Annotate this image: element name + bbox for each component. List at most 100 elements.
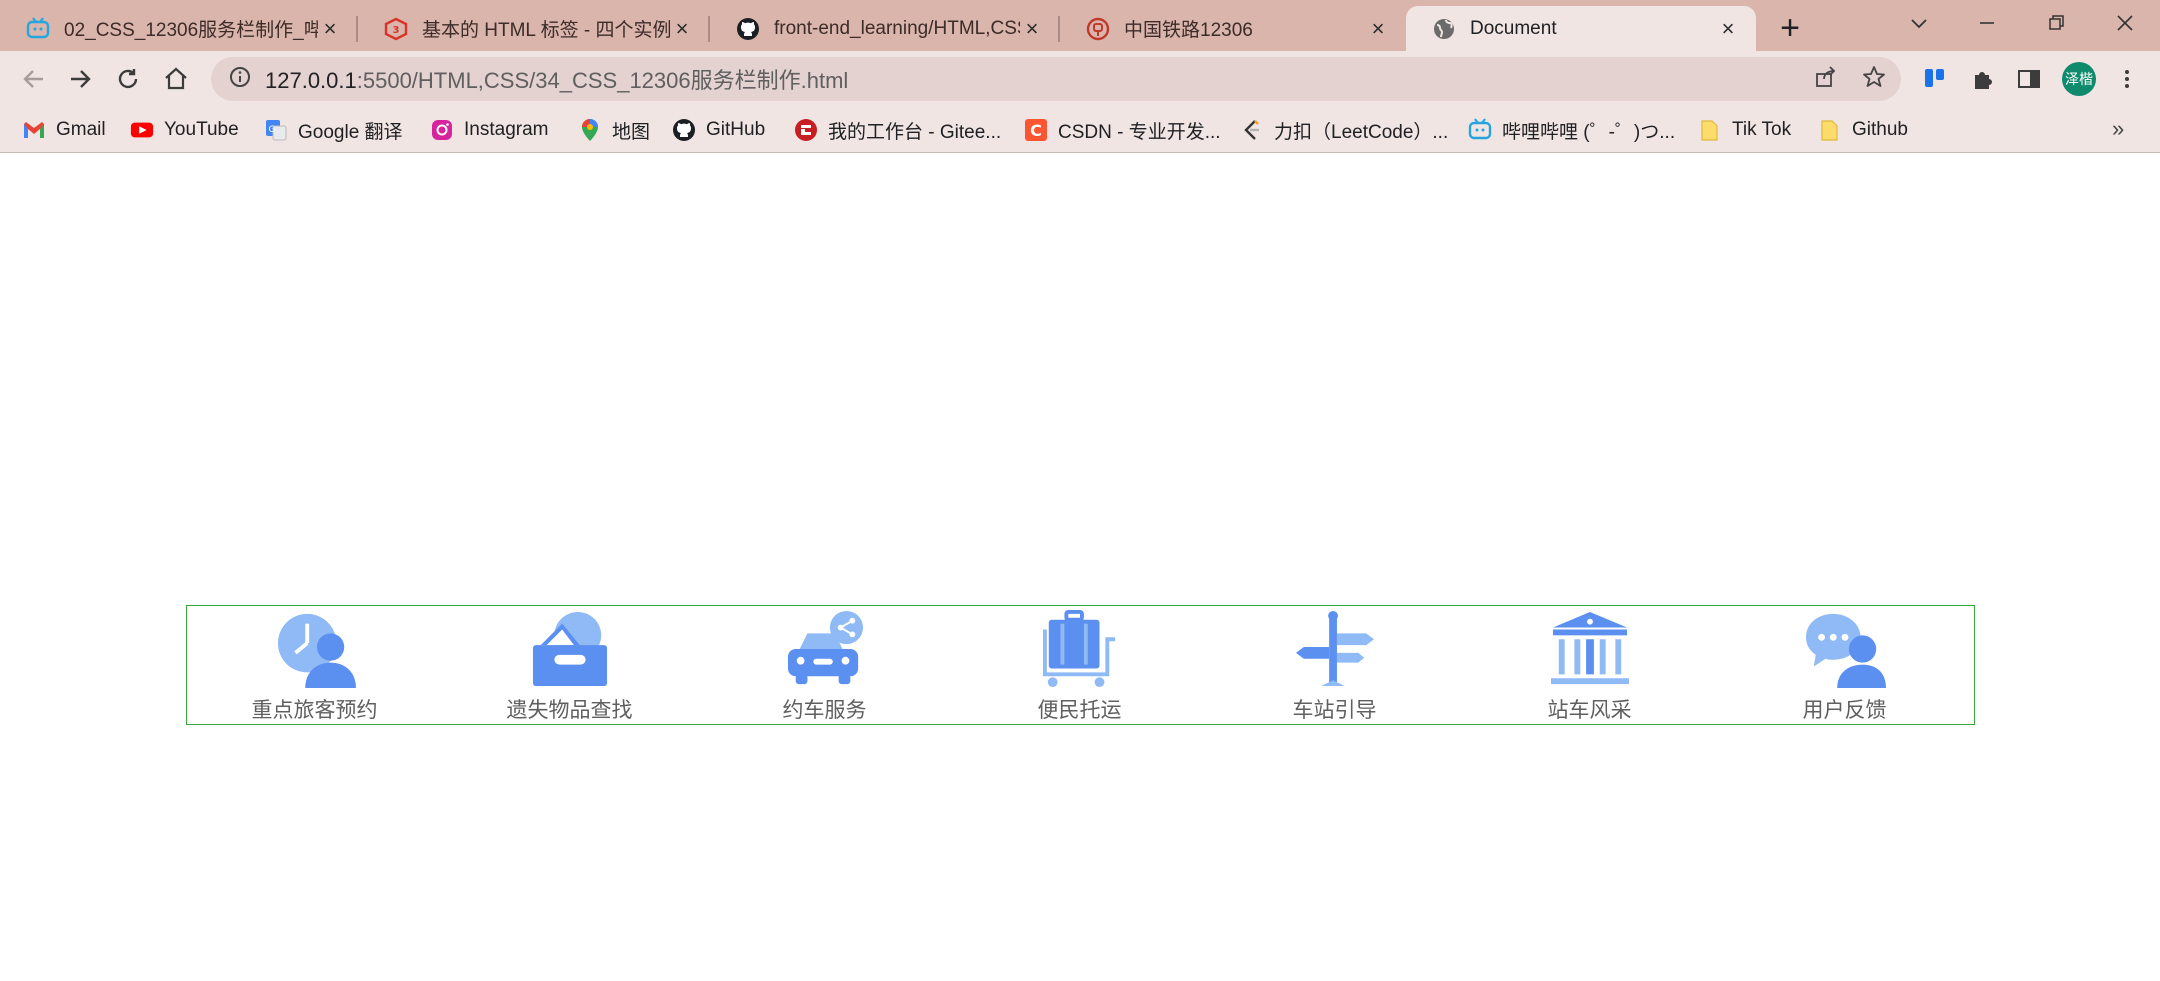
tab-search-button[interactable] [1884, 0, 1954, 46]
lost-and-found-icon [532, 611, 607, 687]
service-item-lost-and-found[interactable]: 遗失物品查找 [442, 606, 697, 724]
priority-passenger-icon [277, 613, 356, 688]
leetcode-icon [1240, 118, 1264, 142]
bookmark-star-button[interactable] [1854, 57, 1894, 97]
address-bar[interactable]: 127.0.0.1:5500/HTML,CSS/34_CSS_12306服务栏制… [211, 57, 1901, 101]
bookmark-youtube[interactable]: YouTube [130, 114, 239, 146]
bookmark-label: Github [1852, 119, 1908, 140]
close-icon[interactable]: × [1020, 16, 1044, 41]
new-tab-button[interactable]: + [1772, 9, 1808, 47]
close-window-button[interactable] [2090, 0, 2160, 46]
maps-icon [578, 118, 602, 142]
close-icon[interactable]: × [1366, 16, 1390, 41]
bookmark-github[interactable]: GitHub [672, 114, 765, 146]
bookmark-maps[interactable]: 地图 [578, 114, 650, 146]
close-icon[interactable]: × [318, 16, 342, 41]
service-label: 便民托运 [1037, 699, 1122, 722]
bookmarks-overflow-button[interactable]: » [2112, 116, 2124, 142]
bookmark-folder-github[interactable]: Github [1818, 114, 1908, 146]
service-item-luggage-cart[interactable]: 便民托运 [952, 606, 1207, 724]
bookmark-bilibili[interactable]: 哔哩哔哩 (゜-゜)つ... [1468, 114, 1675, 146]
service-item-station-building[interactable]: 站车风采 [1462, 606, 1717, 724]
service-item-car-service[interactable]: 约车服务 [697, 606, 952, 724]
restore-button[interactable] [2022, 0, 2092, 46]
bookmark-google-translate[interactable]: G Google 翻译 [264, 114, 403, 146]
bookmark-gmail[interactable]: Gmail [22, 114, 106, 146]
service-item-priority-passenger[interactable]: 重点旅客预约 [187, 606, 442, 724]
minimize-button[interactable] [1952, 0, 2022, 46]
feedback-icon [1805, 613, 1886, 688]
tab-w3school[interactable]: 3 基本的 HTML 标签 - 四个实例 × [358, 6, 710, 51]
car-service-icon [787, 610, 863, 685]
tab-title: 基本的 HTML 标签 - 四个实例 [422, 20, 670, 41]
reload-button[interactable] [106, 57, 150, 101]
bookmark-folder-tiktok[interactable]: Tik Tok [1698, 114, 1791, 146]
puzzle-icon [1975, 72, 1992, 89]
browser-toolbar: 127.0.0.1:5500/HTML,CSS/34_CSS_12306服务栏制… [0, 51, 2160, 106]
service-label: 重点旅客预约 [251, 699, 378, 722]
forward-button[interactable] [58, 57, 102, 101]
arrow-right-icon [71, 70, 91, 88]
reload-icon [118, 69, 138, 89]
gitee-icon [794, 118, 818, 142]
close-icon[interactable]: × [670, 16, 694, 41]
service-item-signpost[interactable]: 车站引导 [1207, 606, 1462, 724]
github-icon [736, 17, 760, 41]
restore-icon [2049, 15, 2064, 30]
bilibili-icon [1468, 118, 1492, 142]
tab-title: Document [1470, 17, 1557, 39]
instagram-icon [430, 118, 454, 142]
bookmarks-bar: Gmail YouTube G Google 翻译 Instagram 地图 G… [0, 106, 2160, 153]
youtube-icon [130, 118, 154, 142]
bookmark-label: Instagram [464, 119, 549, 140]
chevron-down-icon [1911, 19, 1927, 29]
back-button[interactable] [12, 57, 56, 101]
tab-document[interactable]: Document × [1406, 6, 1756, 51]
share-button[interactable] [1806, 57, 1846, 97]
bookmark-instagram[interactable]: Instagram [430, 114, 548, 146]
folder-icon [1818, 118, 1842, 142]
url-host: 127.0.0.1 [265, 68, 357, 93]
extensions-button[interactable] [1962, 58, 2004, 100]
service-label: 站车风采 [1547, 699, 1632, 722]
bookmark-label: 哔哩哔哩 (゜-゜)つ... [1502, 121, 1676, 143]
bilibili-icon [26, 16, 50, 41]
home-button[interactable] [154, 57, 198, 101]
tab-github[interactable]: front-end_learning/HTML,CSS × [710, 6, 1060, 51]
bookmark-csdn[interactable]: C CSDN - 专业开发... [1024, 114, 1221, 146]
url-text: 127.0.0.1:5500/HTML,CSS/34_CSS_12306服务栏制… [265, 63, 848, 95]
service-bar: 重点旅客预约 遗失物品查找 约车服务 便民托运 车站引导 站车风采 用户反馈 [186, 605, 1975, 725]
bookmark-leetcode[interactable]: 力扣（LeetCode）... [1240, 114, 1448, 146]
globe-icon [1432, 17, 1456, 41]
bookmark-label: Tik Tok [1732, 119, 1792, 140]
profile-avatar[interactable]: 泽楷 [2062, 62, 2096, 96]
close-icon [2117, 15, 2133, 31]
bookmark-label: YouTube [164, 119, 239, 140]
service-label: 车站引导 [1292, 699, 1377, 722]
url-path: :5500/HTML,CSS/34_CSS_12306服务栏制作.html [356, 68, 849, 93]
tab-bilibili[interactable]: 02_CSS_12306服务栏制作_哔哩 × [0, 6, 358, 51]
bookmark-label: Gmail [56, 119, 106, 140]
service-label: 用户反馈 [1802, 699, 1887, 722]
close-icon[interactable]: × [1716, 16, 1740, 41]
bookmark-gitee[interactable]: 我的工作台 - Gitee... [794, 114, 1001, 146]
gmail-icon [22, 118, 46, 142]
service-item-feedback[interactable]: 用户反馈 [1717, 606, 1972, 724]
menu-button[interactable] [2106, 58, 2148, 100]
tab-title: 中国铁路12306 [1124, 20, 1253, 41]
signpost-icon [1295, 610, 1374, 687]
site-info-icon[interactable] [229, 66, 251, 93]
folder-icon [1698, 118, 1722, 142]
svg-text:3: 3 [393, 25, 400, 36]
tab-12306[interactable]: 中国铁路12306 × [1060, 6, 1406, 51]
google-translate-icon: G [264, 118, 288, 142]
tab-strip: 02_CSS_12306服务栏制作_哔哩 × 3 基本的 HTML 标签 - 四… [0, 0, 2160, 51]
service-label: 遗失物品查找 [506, 699, 633, 722]
csdn-icon: C [1024, 118, 1048, 142]
bookmark-label: Google 翻译 [298, 121, 403, 143]
tab-title: front-end_learning/HTML,CSS [774, 17, 1020, 39]
trello-extension-button[interactable] [1914, 58, 1956, 100]
side-panel-button[interactable] [2008, 58, 2050, 100]
bookmark-label: 我的工作台 - Gitee... [828, 121, 1002, 143]
kebab-menu-icon [2125, 70, 2129, 88]
